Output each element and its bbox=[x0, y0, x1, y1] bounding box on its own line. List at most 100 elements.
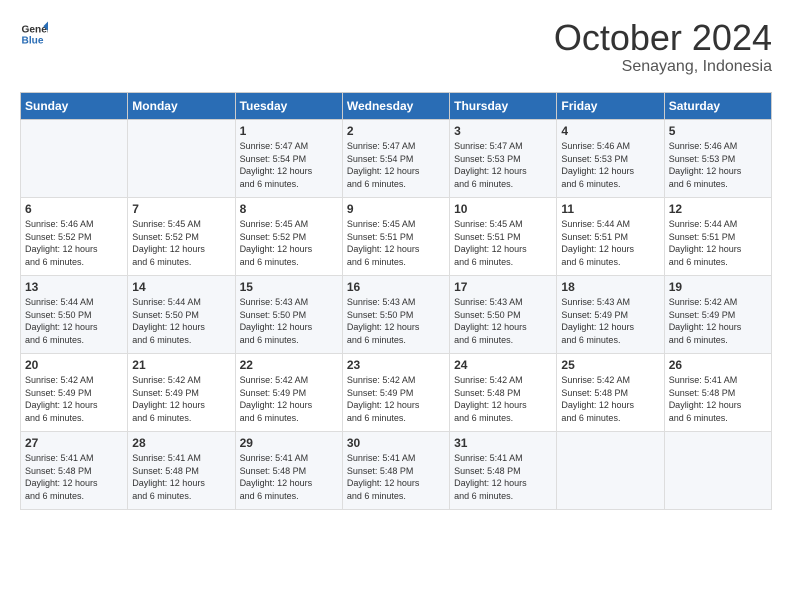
cell-content: Sunrise: 5:46 AM Sunset: 5:52 PM Dayligh… bbox=[25, 218, 123, 268]
cell-content: Sunrise: 5:43 AM Sunset: 5:50 PM Dayligh… bbox=[347, 296, 445, 346]
day-number: 26 bbox=[669, 358, 767, 372]
calendar-cell: 15 Sunrise: 5:43 AM Sunset: 5:50 PM Dayli… bbox=[235, 276, 342, 354]
day-number: 21 bbox=[132, 358, 230, 372]
day-number: 8 bbox=[240, 202, 338, 216]
cell-content: Sunrise: 5:41 AM Sunset: 5:48 PM Dayligh… bbox=[454, 452, 552, 502]
cell-content: Sunrise: 5:45 AM Sunset: 5:51 PM Dayligh… bbox=[454, 218, 552, 268]
day-number: 16 bbox=[347, 280, 445, 294]
cell-content: Sunrise: 5:43 AM Sunset: 5:50 PM Dayligh… bbox=[454, 296, 552, 346]
calendar-cell: 1Sunrise: 5:47 AM Sunset: 5:54 PM Daylig… bbox=[235, 120, 342, 198]
day-header-sunday: Sunday bbox=[21, 93, 128, 120]
cell-content: Sunrise: 5:41 AM Sunset: 5:48 PM Dayligh… bbox=[669, 374, 767, 424]
calendar-cell: 28Sunrise: 5:41 AM Sunset: 5:48 PM Dayli… bbox=[128, 432, 235, 510]
cell-content: Sunrise: 5:42 AM Sunset: 5:48 PM Dayligh… bbox=[454, 374, 552, 424]
day-number: 9 bbox=[347, 202, 445, 216]
calendar-cell: 8 Sunrise: 5:45 AM Sunset: 5:52 PM Daylig… bbox=[235, 198, 342, 276]
cell-content: Sunrise: 5:44 AM Sunset: 5:51 PM Dayligh… bbox=[561, 218, 659, 268]
day-number: 14 bbox=[132, 280, 230, 294]
calendar-cell: 22Sunrise: 5:42 AM Sunset: 5:49 PM Dayli… bbox=[235, 354, 342, 432]
calendar-cell: 23Sunrise: 5:42 AM Sunset: 5:49 PM Dayli… bbox=[342, 354, 449, 432]
day-number: 18 bbox=[561, 280, 659, 294]
day-number: 4 bbox=[561, 124, 659, 138]
calendar-cell: 20 Sunrise: 5:42 AM Sunset: 5:49 PM Dayli… bbox=[21, 354, 128, 432]
day-number: 15 bbox=[240, 280, 338, 294]
calendar-week-row: 20 Sunrise: 5:42 AM Sunset: 5:49 PM Dayli… bbox=[21, 354, 772, 432]
calendar-header-row: SundayMondayTuesdayWednesdayThursdayFrid… bbox=[21, 93, 772, 120]
day-number: 19 bbox=[669, 280, 767, 294]
calendar-cell: 9 Sunrise: 5:45 AM Sunset: 5:51 PM Daylig… bbox=[342, 198, 449, 276]
day-number: 29 bbox=[240, 436, 338, 450]
cell-content: Sunrise: 5:41 AM Sunset: 5:48 PM Dayligh… bbox=[347, 452, 445, 502]
calendar-cell: 14 Sunrise: 5:44 AM Sunset: 5:50 PM Dayli… bbox=[128, 276, 235, 354]
day-number: 3 bbox=[454, 124, 552, 138]
day-number: 11 bbox=[561, 202, 659, 216]
cell-content: Sunrise: 5:45 AM Sunset: 5:51 PM Dayligh… bbox=[347, 218, 445, 268]
cell-content: Sunrise: 5:41 AM Sunset: 5:48 PM Dayligh… bbox=[132, 452, 230, 502]
day-header-wednesday: Wednesday bbox=[342, 93, 449, 120]
calendar-week-row: 6Sunrise: 5:46 AM Sunset: 5:52 PM Daylig… bbox=[21, 198, 772, 276]
day-number: 31 bbox=[454, 436, 552, 450]
cell-content: Sunrise: 5:44 AM Sunset: 5:50 PM Dayligh… bbox=[25, 296, 123, 346]
cell-content: Sunrise: 5:43 AM Sunset: 5:50 PM Dayligh… bbox=[240, 296, 338, 346]
calendar-cell: 6Sunrise: 5:46 AM Sunset: 5:52 PM Daylig… bbox=[21, 198, 128, 276]
calendar-week-row: 27 Sunrise: 5:41 AM Sunset: 5:48 PM Dayli… bbox=[21, 432, 772, 510]
calendar-table: SundayMondayTuesdayWednesdayThursdayFrid… bbox=[20, 92, 772, 510]
day-header-thursday: Thursday bbox=[450, 93, 557, 120]
cell-content: Sunrise: 5:42 AM Sunset: 5:48 PM Dayligh… bbox=[561, 374, 659, 424]
day-header-friday: Friday bbox=[557, 93, 664, 120]
day-number: 27 bbox=[25, 436, 123, 450]
day-number: 17 bbox=[454, 280, 552, 294]
day-number: 25 bbox=[561, 358, 659, 372]
calendar-week-row: 1Sunrise: 5:47 AM Sunset: 5:54 PM Daylig… bbox=[21, 120, 772, 198]
calendar-cell: 16 Sunrise: 5:43 AM Sunset: 5:50 PM Dayli… bbox=[342, 276, 449, 354]
cell-content: Sunrise: 5:43 AM Sunset: 5:49 PM Dayligh… bbox=[561, 296, 659, 346]
calendar-cell: 27 Sunrise: 5:41 AM Sunset: 5:48 PM Dayli… bbox=[21, 432, 128, 510]
calendar-cell: 18 Sunrise: 5:43 AM Sunset: 5:49 PM Dayli… bbox=[557, 276, 664, 354]
calendar-cell: 21 Sunrise: 5:42 AM Sunset: 5:49 PM Dayli… bbox=[128, 354, 235, 432]
day-number: 5 bbox=[669, 124, 767, 138]
calendar-body: 1Sunrise: 5:47 AM Sunset: 5:54 PM Daylig… bbox=[21, 120, 772, 510]
day-header-tuesday: Tuesday bbox=[235, 93, 342, 120]
svg-text:Blue: Blue bbox=[22, 35, 44, 46]
cell-content: Sunrise: 5:46 AM Sunset: 5:53 PM Dayligh… bbox=[669, 140, 767, 190]
calendar-cell: 10 Sunrise: 5:45 AM Sunset: 5:51 PM Dayli… bbox=[450, 198, 557, 276]
day-number: 20 bbox=[25, 358, 123, 372]
cell-content: Sunrise: 5:42 AM Sunset: 5:49 PM Dayligh… bbox=[132, 374, 230, 424]
calendar-cell: 17 Sunrise: 5:43 AM Sunset: 5:50 PM Dayli… bbox=[450, 276, 557, 354]
calendar-cell: 13 Sunrise: 5:44 AM Sunset: 5:50 PM Dayli… bbox=[21, 276, 128, 354]
day-number: 10 bbox=[454, 202, 552, 216]
calendar-cell bbox=[128, 120, 235, 198]
calendar-cell: 26 Sunrise: 5:41 AM Sunset: 5:48 PM Dayli… bbox=[664, 354, 771, 432]
cell-content: Sunrise: 5:41 AM Sunset: 5:48 PM Dayligh… bbox=[25, 452, 123, 502]
logo: General Blue bbox=[20, 20, 48, 48]
cell-content: Sunrise: 5:42 AM Sunset: 5:49 PM Dayligh… bbox=[669, 296, 767, 346]
calendar-cell: 19 Sunrise: 5:42 AM Sunset: 5:49 PM Dayli… bbox=[664, 276, 771, 354]
day-number: 7 bbox=[132, 202, 230, 216]
calendar-cell: 4Sunrise: 5:46 AM Sunset: 5:53 PM Daylig… bbox=[557, 120, 664, 198]
calendar-cell: 2 Sunrise: 5:47 AM Sunset: 5:54 PM Daylig… bbox=[342, 120, 449, 198]
calendar-cell: 31 Sunrise: 5:41 AM Sunset: 5:48 PM Dayli… bbox=[450, 432, 557, 510]
cell-content: Sunrise: 5:41 AM Sunset: 5:48 PM Dayligh… bbox=[240, 452, 338, 502]
cell-content: Sunrise: 5:42 AM Sunset: 5:49 PM Dayligh… bbox=[240, 374, 338, 424]
cell-content: Sunrise: 5:42 AM Sunset: 5:49 PM Dayligh… bbox=[347, 374, 445, 424]
calendar-week-row: 13 Sunrise: 5:44 AM Sunset: 5:50 PM Dayli… bbox=[21, 276, 772, 354]
day-number: 13 bbox=[25, 280, 123, 294]
calendar-cell bbox=[21, 120, 128, 198]
location-subtitle: Senayang, Indonesia bbox=[554, 58, 772, 76]
cell-content: Sunrise: 5:42 AM Sunset: 5:49 PM Dayligh… bbox=[25, 374, 123, 424]
calendar-cell: 24 Sunrise: 5:42 AM Sunset: 5:48 PM Dayli… bbox=[450, 354, 557, 432]
cell-content: Sunrise: 5:45 AM Sunset: 5:52 PM Dayligh… bbox=[132, 218, 230, 268]
calendar-cell: 30 Sunrise: 5:41 AM Sunset: 5:48 PM Dayli… bbox=[342, 432, 449, 510]
calendar-cell: 3 Sunrise: 5:47 AM Sunset: 5:53 PM Daylig… bbox=[450, 120, 557, 198]
cell-content: Sunrise: 5:47 AM Sunset: 5:54 PM Dayligh… bbox=[347, 140, 445, 190]
cell-content: Sunrise: 5:47 AM Sunset: 5:53 PM Dayligh… bbox=[454, 140, 552, 190]
cell-content: Sunrise: 5:44 AM Sunset: 5:51 PM Dayligh… bbox=[669, 218, 767, 268]
day-number: 12 bbox=[669, 202, 767, 216]
cell-content: Sunrise: 5:45 AM Sunset: 5:52 PM Dayligh… bbox=[240, 218, 338, 268]
month-title: October 2024 bbox=[554, 20, 772, 56]
cell-content: Sunrise: 5:44 AM Sunset: 5:50 PM Dayligh… bbox=[132, 296, 230, 346]
day-number: 24 bbox=[454, 358, 552, 372]
day-number: 2 bbox=[347, 124, 445, 138]
day-number: 30 bbox=[347, 436, 445, 450]
day-header-monday: Monday bbox=[128, 93, 235, 120]
